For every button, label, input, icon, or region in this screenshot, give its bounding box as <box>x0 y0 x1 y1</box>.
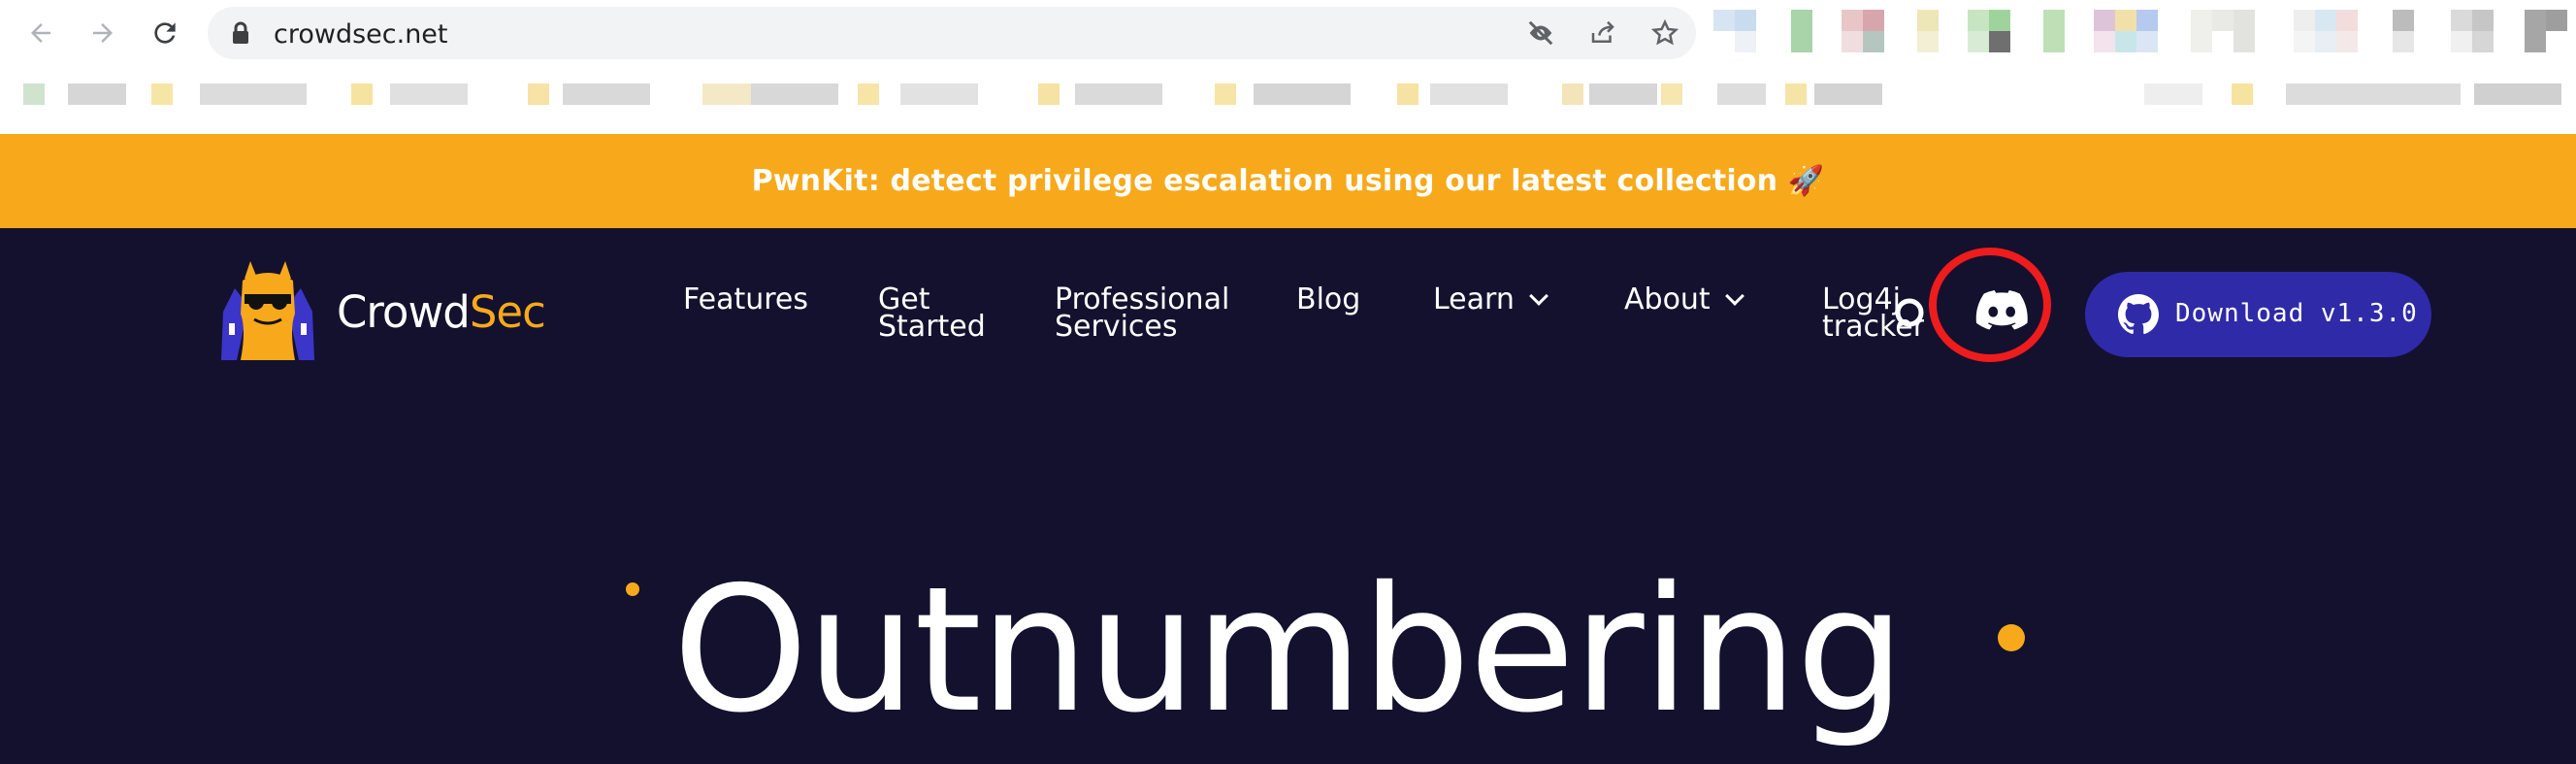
brand-first: Crowd <box>337 286 471 338</box>
chevron-down-icon <box>1528 286 1549 306</box>
banner-text[interactable]: PwnKit: detect privilege escalation usin… <box>0 164 2576 198</box>
nav-learn[interactable]: Learn <box>1433 285 1549 315</box>
chevron-down-icon <box>1724 286 1745 306</box>
reload-button[interactable] <box>144 12 186 54</box>
lock-icon <box>231 21 250 50</box>
reload-icon <box>154 22 176 44</box>
nav-features[interactable]: Features <box>683 285 808 315</box>
nav-blog[interactable]: Blog <box>1296 285 1360 315</box>
brand-second: Sec <box>469 286 546 338</box>
nav-about-label: About <box>1624 282 1711 316</box>
eye-off-icon[interactable] <box>1523 16 1558 50</box>
crowdsec-logo[interactable] <box>215 259 320 366</box>
chat-icon[interactable] <box>1892 296 1927 336</box>
announcement-banner[interactable]: PwnKit: detect privilege escalation usin… <box>0 134 2576 228</box>
browser-chrome: crowdsec.net <box>0 0 2576 134</box>
highlight-circle <box>1929 248 2051 362</box>
github-icon <box>2118 294 2159 340</box>
nav-get-started[interactable]: Get Started <box>878 285 995 342</box>
nav-professional-services[interactable]: Professional Services <box>1055 285 1278 342</box>
hero-title: Outnumbering <box>672 549 1906 750</box>
download-button[interactable]: Download v1.3.0 <box>2085 272 2431 357</box>
back-button[interactable] <box>19 12 62 54</box>
bookmarks-bar[interactable] <box>10 83 2571 108</box>
address-bar[interactable]: crowdsec.net <box>208 7 1696 59</box>
nav-about[interactable]: About <box>1624 285 1745 315</box>
extension-icons[interactable] <box>1713 8 2572 56</box>
url-text: crowdsec.net <box>274 19 448 50</box>
crowdsec-mascot-icon <box>221 261 314 360</box>
forward-button[interactable] <box>82 12 124 54</box>
download-label: Download v1.3.0 <box>2175 299 2418 328</box>
site-content: CrowdSec Features Get Started Profession… <box>0 228 2576 764</box>
arrow-right-icon <box>93 23 113 43</box>
brand-name[interactable]: CrowdSec <box>337 286 546 338</box>
share-icon[interactable] <box>1585 16 1620 50</box>
arrow-left-icon <box>31 23 50 43</box>
star-icon[interactable] <box>1647 16 1682 50</box>
nav-learn-label: Learn <box>1433 282 1515 316</box>
